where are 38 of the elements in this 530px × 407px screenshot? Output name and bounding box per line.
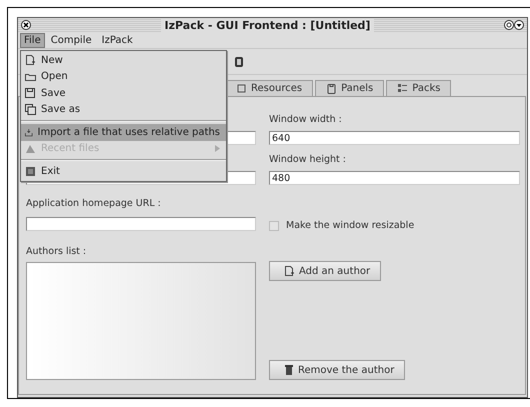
- list-icon: [397, 83, 408, 94]
- submenu-arrow-icon: [215, 145, 220, 152]
- trash-icon: [284, 364, 294, 376]
- window-title: IzPack - GUI Frontend : [Untitled]: [35, 18, 500, 32]
- field-label: Application homepage URL :: [26, 198, 162, 209]
- menu-title[interactable]: IzPack: [98, 32, 137, 48]
- input-field[interactable]: 480: [269, 171, 520, 185]
- folder-icon: [25, 71, 36, 82]
- tab[interactable]: Panels: [315, 80, 384, 96]
- menu-item[interactable]: New: [21, 52, 226, 68]
- add-author-button[interactable]: Add an author: [269, 261, 382, 281]
- menu-item[interactable]: Open: [21, 68, 226, 85]
- field-label: Window height :: [269, 154, 347, 165]
- checkbox-label: Make the window resizable: [286, 220, 414, 231]
- tab[interactable]: Resources: [225, 80, 314, 96]
- window-buttons-icon[interactable]: [504, 20, 524, 30]
- import-icon: [25, 126, 32, 138]
- field-label: Authors list :: [26, 246, 88, 257]
- authors-list[interactable]: [26, 262, 256, 380]
- menu-item[interactable]: Save as: [21, 102, 226, 118]
- menu-title[interactable]: File: [20, 32, 45, 48]
- menu-title[interactable]: Compile: [46, 32, 96, 48]
- clipboard-icon: [326, 83, 338, 94]
- menu-item[interactable]: Save: [21, 85, 226, 102]
- field-label: Window width :: [269, 114, 343, 125]
- menu-item[interactable]: Import a file that uses relative paths: [21, 124, 226, 140]
- toolbar-icon: [234, 56, 244, 68]
- checkbox[interactable]: [269, 220, 279, 230]
- floppy-disks-icon: [25, 104, 36, 116]
- tab[interactable]: Packs: [386, 80, 452, 96]
- new-file-icon: [25, 54, 36, 66]
- input-field[interactable]: 640: [269, 131, 520, 145]
- new-file-icon: [284, 266, 295, 276]
- remove-author-button[interactable]: Remove the author: [269, 360, 406, 380]
- input-field[interactable]: [26, 217, 256, 231]
- close-icon[interactable]: [21, 20, 31, 30]
- exit-icon: [25, 166, 36, 177]
- menu-item[interactable]: Exit: [21, 163, 226, 180]
